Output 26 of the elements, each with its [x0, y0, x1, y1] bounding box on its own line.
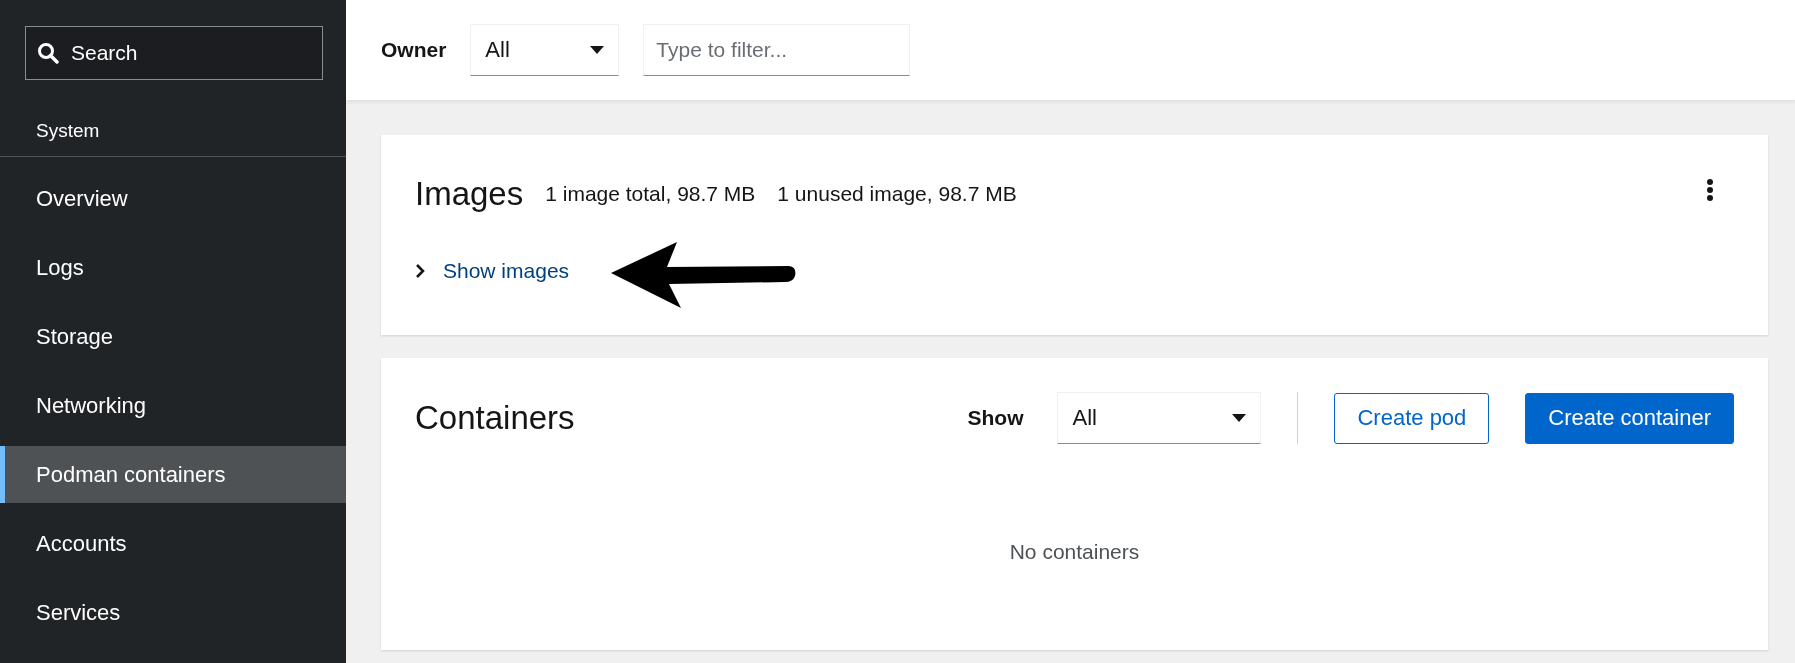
search-field[interactable]: Search: [25, 26, 323, 80]
kebab-icon[interactable]: [1706, 178, 1714, 202]
search-icon: [37, 42, 59, 64]
nav-item[interactable]: Overview: [0, 170, 346, 227]
nav-item[interactable]: Networking: [0, 377, 346, 434]
nav-item[interactable]: Accounts: [0, 515, 346, 572]
show-images-toggle[interactable]: Show images: [415, 259, 570, 283]
card-title: Images: [415, 175, 524, 213]
caret-icon: [1232, 414, 1247, 422]
show-select[interactable]: All: [1057, 392, 1262, 444]
filter-field[interactable]: Type to filter...: [643, 24, 911, 76]
image-stat: 1 image total, 98.7 MB: [545, 182, 756, 206]
card-title: Containers: [415, 399, 575, 437]
nav-item[interactable]: Podman containers: [0, 446, 346, 503]
owner-label: Owner: [381, 38, 447, 62]
chevron-icon: [415, 264, 425, 278]
secondary-button[interactable]: Create pod: [1334, 392, 1490, 444]
caret-icon: [590, 46, 605, 54]
show-label: Show: [967, 406, 1024, 430]
nav-item[interactable]: Services: [0, 584, 346, 641]
nav-item[interactable]: Logs: [0, 239, 346, 296]
empty-state-text: No containers: [1008, 540, 1141, 564]
owner-select[interactable]: All: [470, 24, 620, 76]
create-button[interactable]: Create container: [1525, 392, 1734, 444]
nav-item[interactable]: Storage: [0, 308, 346, 365]
image-stat: 1 unused image, 98.7 MB: [777, 182, 1017, 206]
